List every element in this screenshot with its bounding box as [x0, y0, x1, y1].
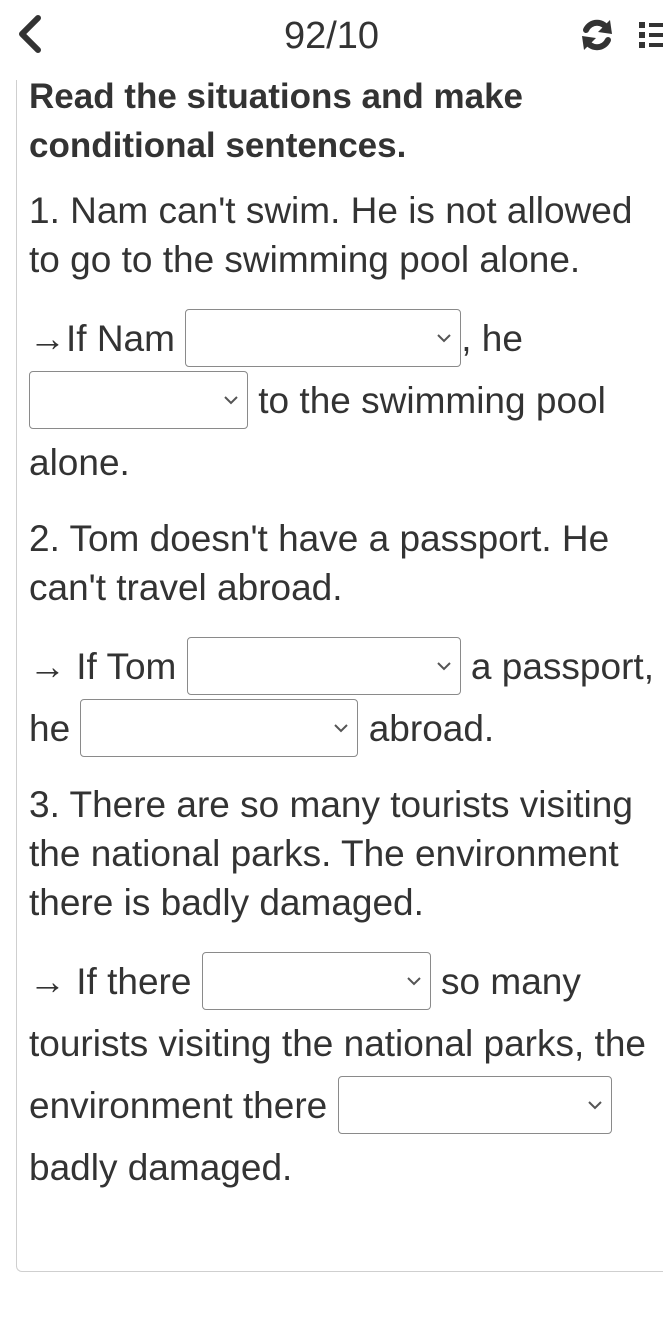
- chevron-down-icon: [587, 1101, 602, 1110]
- answer-1-part-2: , he: [461, 318, 523, 359]
- chevron-down-icon: [407, 977, 421, 986]
- answer-1: →If Nam , he to the swimming pool alone.: [29, 308, 659, 494]
- chevron-down-icon: [334, 724, 349, 733]
- dropdown-1b[interactable]: [29, 371, 248, 430]
- refresh-icon: [582, 19, 612, 51]
- answer-3-part-1: → If there: [29, 961, 192, 1002]
- chevron-down-icon: [436, 662, 451, 671]
- answer-3-part-3: badly damaged.: [29, 1147, 293, 1188]
- instruction-text: Read the situations and make conditional…: [29, 77, 524, 165]
- answer-3: → If there so many tourists visiting the…: [29, 951, 659, 1199]
- dropdown-2a[interactable]: [186, 637, 461, 696]
- answer-1-part-1: →If Nam: [29, 318, 175, 359]
- chevron-down-icon: [437, 334, 451, 343]
- page-counter: 92/10: [283, 15, 380, 57]
- list-button[interactable]: [636, 16, 663, 54]
- exercise-content: Read the situations and make conditional…: [29, 72, 659, 1219]
- dropdown-3a[interactable]: [201, 952, 431, 1011]
- situation-1: 1. Nam can't swim. He is not allowed to …: [29, 190, 633, 280]
- answer-2-part-1: → If Tom: [29, 646, 177, 687]
- answer-2: → If Tom a passport, he abroad.: [29, 636, 659, 760]
- dropdown-2b[interactable]: [80, 699, 359, 758]
- dropdown-1a[interactable]: [185, 309, 462, 368]
- situation-3: 3. There are so many tourists visiting t…: [29, 784, 633, 923]
- chevron-down-icon: [224, 396, 238, 405]
- dropdown-3b[interactable]: [337, 1076, 612, 1135]
- situation-2: 2. Tom doesn't have a passport. He can't…: [29, 518, 610, 608]
- list-icon: [639, 22, 663, 48]
- refresh-button[interactable]: [578, 16, 616, 54]
- answer-2-part-3: abroad.: [368, 708, 495, 749]
- top-bar: 92/10: [0, 0, 663, 72]
